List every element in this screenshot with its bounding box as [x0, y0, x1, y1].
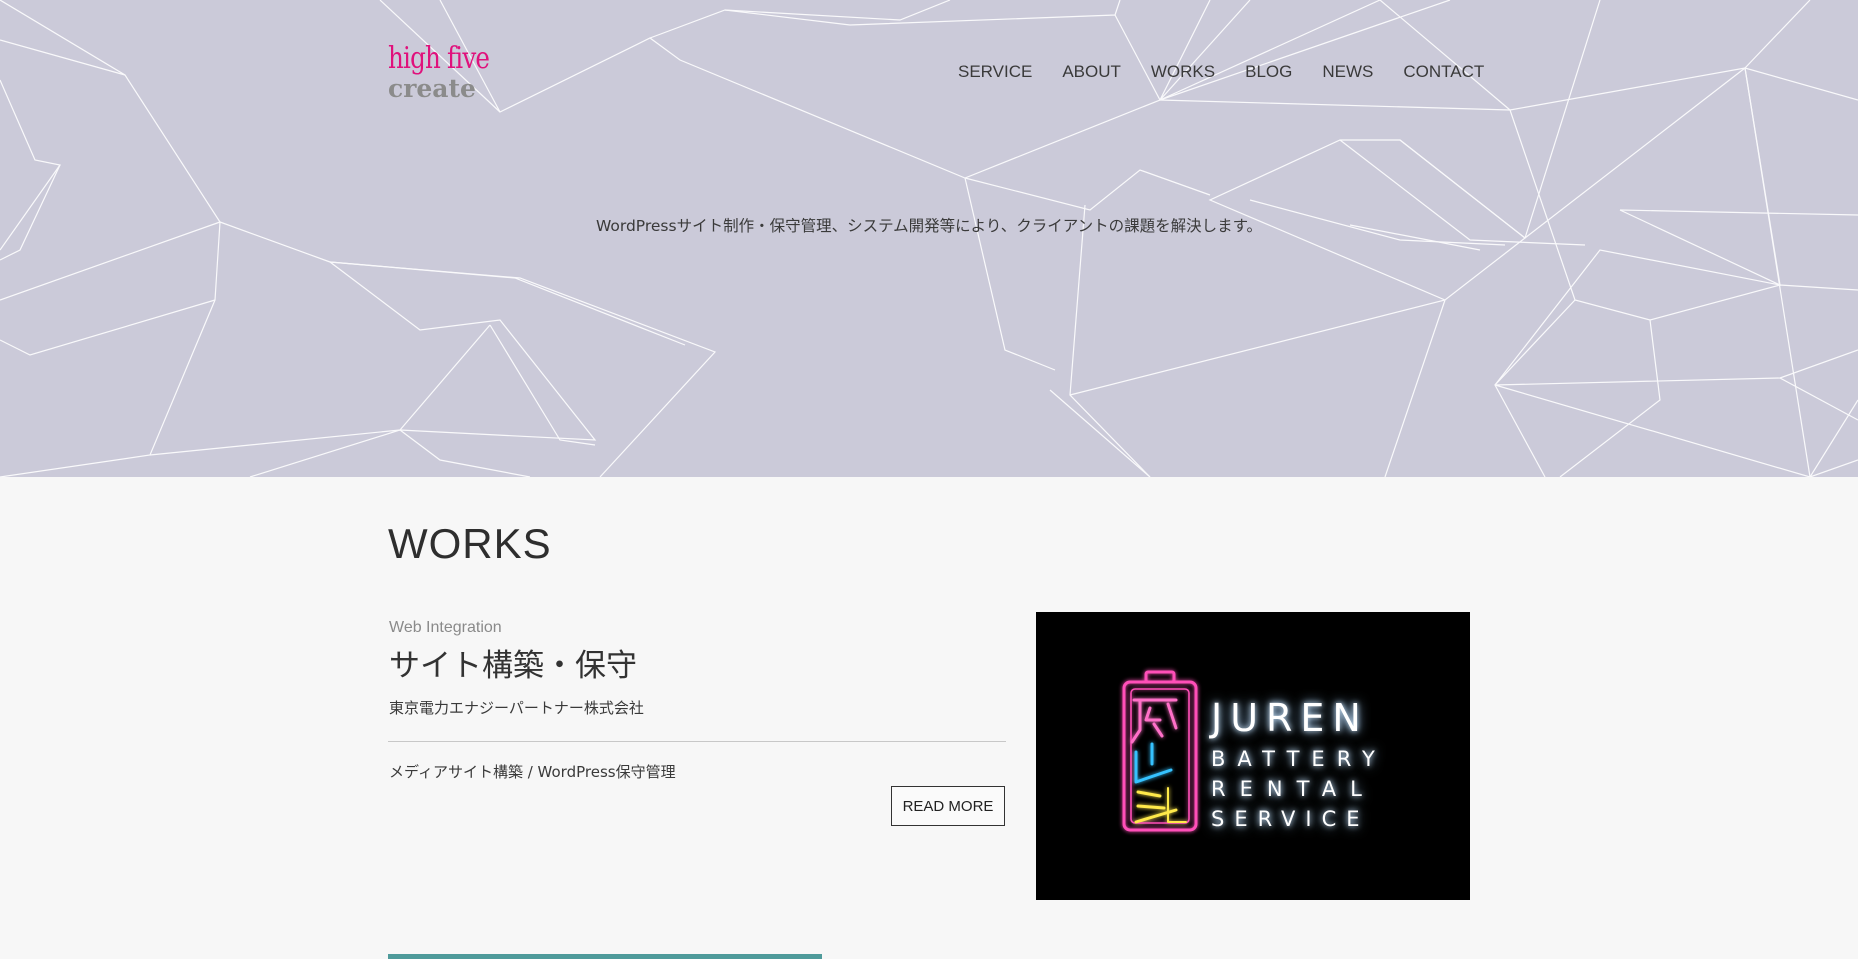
- network-pattern-background: [0, 0, 1858, 477]
- next-item-accent-bar: [388, 954, 822, 959]
- nav-item-about[interactable]: ABOUT: [1062, 60, 1121, 84]
- nav-item-service[interactable]: SERVICE: [958, 60, 1032, 84]
- works-section-title: WORKS: [388, 520, 552, 567]
- thumbnail-text-rental: RENTAL: [1211, 777, 1376, 801]
- work-thumbnail-image[interactable]: JUREN BATTERY RENTAL SERVICE: [1036, 612, 1470, 900]
- logo-text-create: create: [388, 74, 476, 103]
- work-client: 東京電力エナジーパートナー株式会社: [389, 699, 644, 717]
- hero-tagline: WordPressサイト制作・保守管理、システム開発等により、クライアントの課題…: [595, 217, 1263, 235]
- work-category: Web Integration: [389, 619, 502, 636]
- site-logo[interactable]: high five create: [388, 40, 498, 106]
- read-more-button[interactable]: READ MORE: [891, 786, 1005, 826]
- work-description: メディアサイト構築 / WordPress保守管理: [389, 763, 676, 781]
- logo-text-high-five: high five: [388, 41, 490, 76]
- main-navigation: SERVICE ABOUT WORKS BLOG NEWS CONTACT: [958, 60, 1514, 84]
- nav-item-works[interactable]: WORKS: [1151, 60, 1215, 84]
- work-item: Web Integration サイト構築・保守 東京電力エナジーパートナー株式…: [388, 612, 1470, 902]
- thumbnail-text-juren: JUREN: [1211, 696, 1369, 740]
- hero-banner: high five create SERVICE ABOUT WORKS BLO…: [0, 0, 1858, 477]
- work-title: サイト構築・保守: [389, 648, 637, 684]
- nav-item-blog[interactable]: BLOG: [1245, 60, 1292, 84]
- thumbnail-text-battery: BATTERY: [1211, 747, 1387, 771]
- nav-item-news[interactable]: NEWS: [1322, 60, 1373, 84]
- thumbnail-text-service: SERVICE: [1211, 807, 1370, 831]
- thumbnail-brand-text: JUREN BATTERY RENTAL SERVICE: [1211, 696, 1387, 834]
- work-divider: [388, 741, 1006, 742]
- nav-item-contact[interactable]: CONTACT: [1403, 60, 1484, 84]
